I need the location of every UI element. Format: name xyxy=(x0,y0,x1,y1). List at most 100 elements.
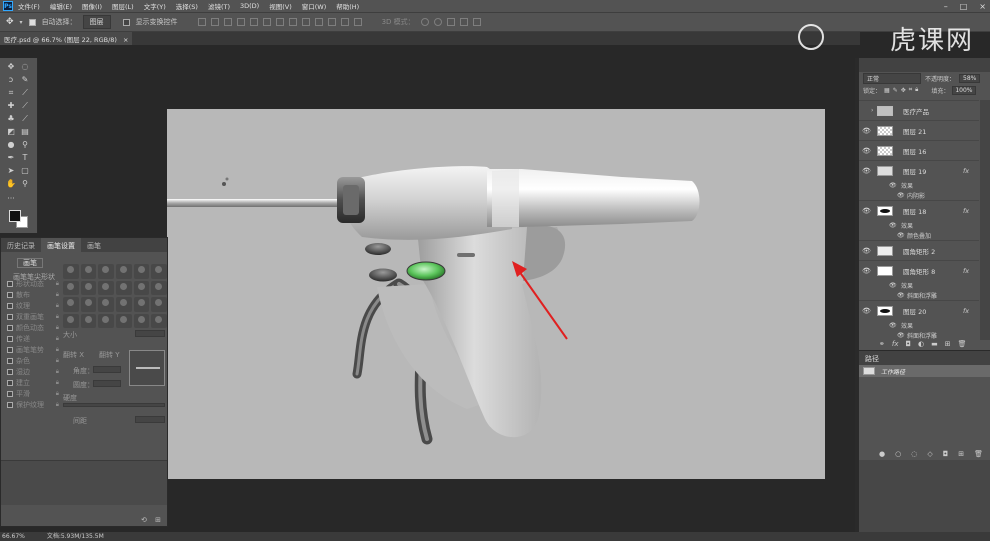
eye-icon[interactable]: 👁︎ xyxy=(889,282,897,289)
add-mask-icon[interactable]: ◘ xyxy=(905,340,911,348)
history-brush-tool-icon[interactable]: ⟋ xyxy=(20,114,30,123)
effect-row[interactable]: 👁︎ 内阴影 xyxy=(859,190,979,200)
layer-row[interactable]: 👁︎ 图层 19 fx xyxy=(859,160,979,180)
new-path-icon[interactable]: ⊞ xyxy=(958,450,964,458)
adjustment-layer-icon[interactable]: ◐ xyxy=(918,340,924,348)
eye-icon[interactable]: 👁︎ xyxy=(862,167,871,175)
menu-help[interactable]: 帮助(H) xyxy=(331,1,364,11)
move-tool-icon[interactable]: ✥ xyxy=(6,62,16,71)
link-layers-icon[interactable]: ⚭ xyxy=(879,340,885,348)
align-middle-icon[interactable] xyxy=(210,18,219,26)
load-selection-icon[interactable]: ◌ xyxy=(911,450,917,458)
layer-row-group[interactable]: › 医疗产品 xyxy=(859,100,979,120)
tool-preset-chevron-icon[interactable]: ▾ xyxy=(20,19,23,26)
lock-artboard-icon[interactable]: ⌗ xyxy=(909,86,912,94)
delete-layer-icon[interactable]: 🗑︎ xyxy=(958,340,967,348)
menu-window[interactable]: 窗口(W) xyxy=(297,1,332,11)
distribute-top-icon[interactable] xyxy=(275,18,284,26)
document-canvas[interactable] xyxy=(167,109,825,479)
3d-slide-icon[interactable] xyxy=(459,18,468,26)
document-tab[interactable]: 医疗.psd @ 66.7% (图层 22, RGB/8) × xyxy=(0,32,132,45)
brush-option[interactable]: 双重画笔 🔒︎ xyxy=(7,311,59,322)
align-center-icon[interactable] xyxy=(249,18,258,26)
menu-type[interactable]: 文字(Y) xyxy=(139,1,171,11)
opacity-field[interactable]: 58% xyxy=(959,73,981,83)
layer-row[interactable]: 👁︎ 圆角矩形 2 xyxy=(859,240,979,260)
brushes-button[interactable]: 画笔 xyxy=(17,258,43,268)
3d-pan-icon[interactable] xyxy=(446,18,455,26)
more-tools-icon[interactable]: ··· xyxy=(6,194,16,203)
distribute-left-icon[interactable] xyxy=(314,18,323,26)
eye-icon[interactable]: 👁︎ xyxy=(889,182,897,189)
brush-option[interactable]: 形状动态 🔒︎ xyxy=(7,278,59,289)
fx-icon[interactable]: fx xyxy=(963,167,969,175)
brush-tool-icon[interactable]: ⟋ xyxy=(20,101,30,110)
eye-icon[interactable]: 👁︎ xyxy=(862,247,871,255)
shape-tool-icon[interactable]: ▢ xyxy=(20,166,30,175)
healing-brush-tool-icon[interactable]: ✚ xyxy=(6,101,16,110)
menu-image[interactable]: 图像(I) xyxy=(77,1,107,11)
hardness-slider[interactable] xyxy=(63,403,165,407)
effects-row[interactable]: 👁︎ 效果 xyxy=(859,180,979,190)
menu-view[interactable]: 视图(V) xyxy=(264,1,297,11)
brush-angle-preview[interactable] xyxy=(129,350,165,386)
path-row[interactable]: 工作路径 xyxy=(859,365,990,377)
fx-icon[interactable]: fx xyxy=(963,207,969,215)
fx-menu-icon[interactable]: fx xyxy=(892,340,899,348)
effect-row[interactable]: 👁︎ 斜面和浮雕 xyxy=(859,290,979,300)
brush-option[interactable]: 建立 🔒︎ xyxy=(7,377,59,388)
lock-paint-icon[interactable]: ✎ xyxy=(893,87,898,94)
pen-tool-icon[interactable]: ✒ xyxy=(6,153,16,162)
crop-tool-icon[interactable]: ⌗ xyxy=(6,88,16,97)
fill-field[interactable]: 100% xyxy=(952,85,976,95)
layer-row[interactable]: 👁︎ 图层 18 fx xyxy=(859,200,979,220)
new-brush-icon[interactable]: ⊞ xyxy=(155,516,161,524)
zoom-tool-icon[interactable]: ⚲ xyxy=(20,179,30,188)
brush-option[interactable]: 传递 🔒︎ xyxy=(7,333,59,344)
lock-position-icon[interactable]: ✥ xyxy=(901,87,906,94)
distribute-center-icon[interactable] xyxy=(327,18,336,26)
auto-align-icon[interactable] xyxy=(353,18,362,26)
eraser-tool-icon[interactable]: ◩ xyxy=(6,127,16,136)
effect-row[interactable]: 👁︎ 颜色叠加 xyxy=(859,230,979,240)
fx-icon[interactable]: fx xyxy=(963,307,969,315)
eye-icon[interactable]: 👁︎ xyxy=(862,207,871,215)
minimize-icon[interactable]: – xyxy=(944,2,948,11)
eye-icon[interactable]: 👁︎ xyxy=(889,322,897,329)
eye-icon[interactable]: 👁︎ xyxy=(897,192,905,199)
3d-scale-icon[interactable] xyxy=(472,18,481,26)
auto-select-checkbox[interactable] xyxy=(28,18,36,26)
make-path-icon[interactable]: ◇ xyxy=(927,450,932,458)
tab-brushes[interactable]: 画笔 xyxy=(81,238,107,252)
angle-field[interactable] xyxy=(93,366,121,373)
tab-history[interactable]: 历史记录 xyxy=(1,238,41,252)
align-bottom-icon[interactable] xyxy=(223,18,232,26)
type-tool-icon[interactable]: T xyxy=(20,153,30,162)
fill-path-icon[interactable]: ● xyxy=(879,450,885,458)
chevron-right-icon[interactable]: › xyxy=(871,107,873,114)
brush-presets-grid[interactable] xyxy=(63,264,167,328)
eye-icon[interactable]: 👁︎ xyxy=(862,307,871,315)
roundness-field[interactable] xyxy=(93,380,121,387)
show-transform-checkbox[interactable] xyxy=(122,18,130,26)
toggle-live-tip-icon[interactable]: ⟲ xyxy=(141,516,147,524)
menu-layer[interactable]: 图层(L) xyxy=(107,1,139,11)
blend-mode-dropdown[interactable]: 正常 xyxy=(863,72,921,84)
eye-icon[interactable]: 👁︎ xyxy=(897,292,905,299)
maximize-icon[interactable]: □ xyxy=(960,2,968,11)
align-left-icon[interactable] xyxy=(236,18,245,26)
eye-icon[interactable]: 👁︎ xyxy=(897,232,905,239)
menu-file[interactable]: 文件(F) xyxy=(13,1,45,11)
distribute-bottom-icon[interactable] xyxy=(301,18,310,26)
zoom-level[interactable]: 66.67% xyxy=(2,533,25,540)
layer-row[interactable]: 👁︎ 图层 20 fx xyxy=(859,300,979,320)
quick-select-tool-icon[interactable]: ✎ xyxy=(20,75,30,84)
stroke-path-icon[interactable]: ○ xyxy=(895,450,901,458)
spacing-field[interactable] xyxy=(135,416,165,423)
eye-icon[interactable]: 👁︎ xyxy=(889,222,897,229)
lasso-tool-icon[interactable]: ↄ xyxy=(6,75,16,84)
layers-scrollbar[interactable] xyxy=(980,100,990,340)
path-select-tool-icon[interactable]: ➤ xyxy=(6,166,16,175)
3d-rotate-icon[interactable] xyxy=(420,18,429,26)
eye-icon[interactable]: 👁︎ xyxy=(862,267,871,275)
